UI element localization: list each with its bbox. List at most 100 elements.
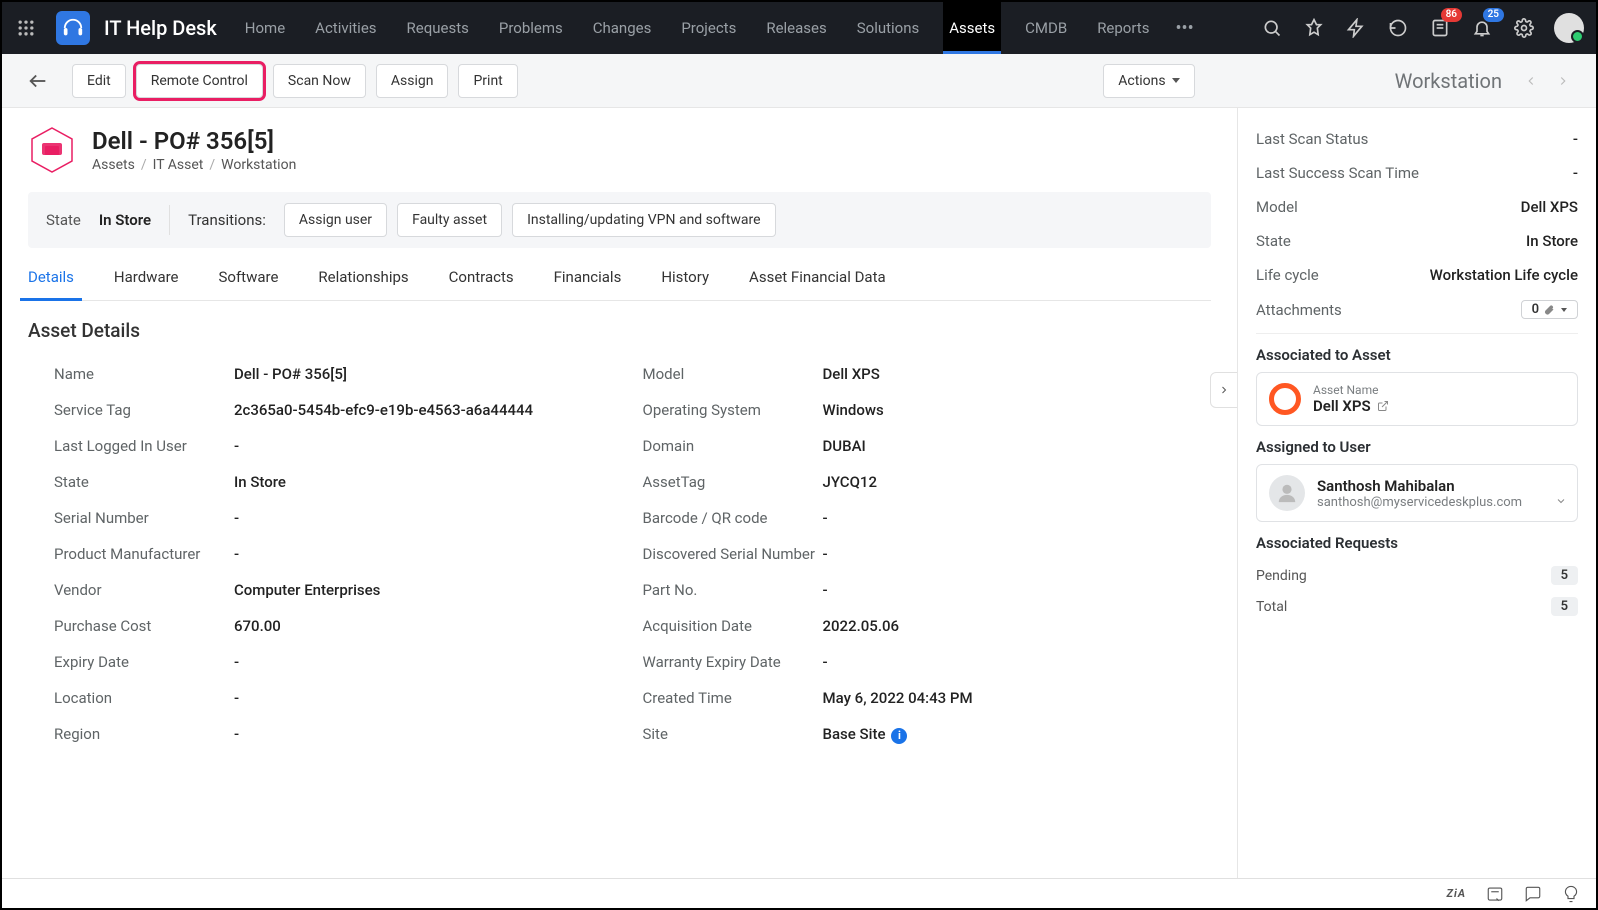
assigned-user-card[interactable]: Santhosh Mahibalan santhosh@myservicedes… xyxy=(1256,464,1578,522)
detail-value: - xyxy=(823,653,1212,671)
tab-software[interactable]: Software xyxy=(219,254,279,300)
tab-history[interactable]: History xyxy=(661,254,709,300)
zia-icon[interactable]: ZiA xyxy=(1447,887,1466,900)
nav-releases[interactable]: Releases xyxy=(760,2,832,54)
detail-row: Discovered Serial Number- xyxy=(643,536,1212,572)
detail-row: Product Manufacturer- xyxy=(54,536,623,572)
detail-label: Acquisition Date xyxy=(643,617,823,635)
tab-details[interactable]: Details xyxy=(28,254,74,300)
scan-now-button[interactable]: Scan Now xyxy=(273,64,366,98)
nav-home[interactable]: Home xyxy=(239,2,291,54)
breadcrumb-segment[interactable]: Assets xyxy=(92,157,135,173)
detail-label: Product Manufacturer xyxy=(54,545,234,563)
detail-value: JYCQ12 xyxy=(823,473,1212,491)
tab-financials[interactable]: Financials xyxy=(554,254,622,300)
remote-control-button[interactable]: Remote Control xyxy=(136,64,263,98)
search-icon[interactable] xyxy=(1260,16,1284,40)
breadcrumb-segment[interactable]: IT Asset xyxy=(153,157,204,173)
transition-faulty-asset[interactable]: Faulty asset xyxy=(397,203,502,237)
nav-assets[interactable]: Assets xyxy=(943,2,1001,54)
request-count-value[interactable]: 5 xyxy=(1551,597,1578,616)
assign-button[interactable]: Assign xyxy=(376,64,449,98)
detail-label: Name xyxy=(54,365,234,383)
nav-solutions[interactable]: Solutions xyxy=(851,2,926,54)
bottom-bar: ZiA xyxy=(2,878,1596,908)
transition-assign-user[interactable]: Assign user xyxy=(284,203,387,237)
edit-button[interactable]: Edit xyxy=(72,64,126,98)
assigned-user-name: Santhosh Mahibalan xyxy=(1317,477,1522,495)
summary-row: StateIn Store xyxy=(1256,224,1578,258)
detail-value: In Store xyxy=(234,473,623,491)
associated-asset-icon xyxy=(1269,383,1301,415)
asset-type-icon xyxy=(28,126,76,174)
settings-icon[interactable] xyxy=(1512,16,1536,40)
request-count-label: Total xyxy=(1256,599,1287,615)
detail-label: Location xyxy=(54,689,234,707)
detail-value: - xyxy=(823,545,1212,563)
nav-changes[interactable]: Changes xyxy=(587,2,658,54)
detail-label: Region xyxy=(54,725,234,743)
bell-icon[interactable]: 25 xyxy=(1470,16,1494,40)
transition-installing-updating-vpn-and-software[interactable]: Installing/updating VPN and software xyxy=(512,203,775,237)
detail-value: Dell - PO# 356[5] xyxy=(234,365,623,383)
actions-dropdown[interactable]: Actions xyxy=(1103,64,1194,98)
info-icon[interactable]: i xyxy=(891,728,907,744)
app-logo[interactable] xyxy=(56,11,90,45)
user-avatar[interactable] xyxy=(1554,13,1584,43)
summary-label: Life cycle xyxy=(1256,266,1319,284)
tab-hardware[interactable]: Hardware xyxy=(114,254,179,300)
tab-contracts[interactable]: Contracts xyxy=(449,254,514,300)
nav-more-icon[interactable]: ••• xyxy=(1169,18,1199,39)
detail-row: Operating SystemWindows xyxy=(643,392,1212,428)
nav-projects[interactable]: Projects xyxy=(675,2,742,54)
tasks-icon[interactable]: 86 xyxy=(1428,16,1452,40)
detail-value: - xyxy=(234,437,623,455)
detail-row: Barcode / QR code- xyxy=(643,500,1212,536)
breadcrumb-segment[interactable]: Workstation xyxy=(221,157,296,173)
detail-row: Location- xyxy=(54,680,623,716)
attachments-count[interactable]: 0 xyxy=(1521,300,1578,319)
state-label: State xyxy=(46,211,81,229)
back-button[interactable] xyxy=(24,67,52,95)
detail-row: Expiry Date- xyxy=(54,644,623,680)
pin-icon[interactable] xyxy=(1302,16,1326,40)
nav-cmdb[interactable]: CMDB xyxy=(1019,2,1073,54)
chat-icon[interactable] xyxy=(1524,885,1542,903)
prev-asset-button[interactable] xyxy=(1520,70,1542,92)
detail-label: Part No. xyxy=(643,581,823,599)
detail-label: Service Tag xyxy=(54,401,234,419)
tasks-badge: 86 xyxy=(1441,8,1462,22)
asset-details-panel: Dell - PO# 356[5] Assets/IT Asset/Workst… xyxy=(2,108,1238,878)
detail-label: Domain xyxy=(643,437,823,455)
bulb-icon[interactable] xyxy=(1562,885,1580,903)
user-avatar-icon xyxy=(1269,475,1305,511)
request-count-label: Pending xyxy=(1256,568,1307,584)
app-launcher-icon[interactable] xyxy=(14,16,38,40)
nav-requests[interactable]: Requests xyxy=(401,2,475,54)
attachments-label: Attachments xyxy=(1256,301,1342,319)
tab-relationships[interactable]: Relationships xyxy=(318,254,408,300)
detail-row: SiteBase Sitei xyxy=(643,716,1212,753)
tasks-tray-icon[interactable] xyxy=(1486,885,1504,903)
detail-row: Last Logged In User- xyxy=(54,428,623,464)
chevron-down-icon[interactable] xyxy=(1555,495,1567,511)
detail-value: - xyxy=(234,545,623,563)
associated-asset-card[interactable]: Asset Name Dell XPS xyxy=(1256,372,1578,426)
next-asset-button[interactable] xyxy=(1552,70,1574,92)
sub-toolbar: Edit Remote Control Scan Now Assign Print Ac… xyxy=(2,54,1596,108)
collapse-panel-button[interactable] xyxy=(1210,372,1238,408)
detail-label: Vendor xyxy=(54,581,234,599)
nav-problems[interactable]: Problems xyxy=(493,2,569,54)
detail-value: 2c365a0-5454b-efc9-e19b-e4563-a6a44444 xyxy=(234,401,623,419)
detail-label: Serial Number xyxy=(54,509,234,527)
history-icon[interactable] xyxy=(1386,16,1410,40)
bolt-icon[interactable] xyxy=(1344,16,1368,40)
nav-reports[interactable]: Reports xyxy=(1091,2,1155,54)
request-count-value[interactable]: 5 xyxy=(1551,566,1578,585)
nav-activities[interactable]: Activities xyxy=(309,2,382,54)
detail-row: Purchase Cost670.00 xyxy=(54,608,623,644)
print-button[interactable]: Print xyxy=(458,64,517,98)
detail-row: Acquisition Date2022.05.06 xyxy=(643,608,1212,644)
tab-asset-financial-data[interactable]: Asset Financial Data xyxy=(749,254,886,300)
transitions-label: Transitions: xyxy=(188,211,266,229)
